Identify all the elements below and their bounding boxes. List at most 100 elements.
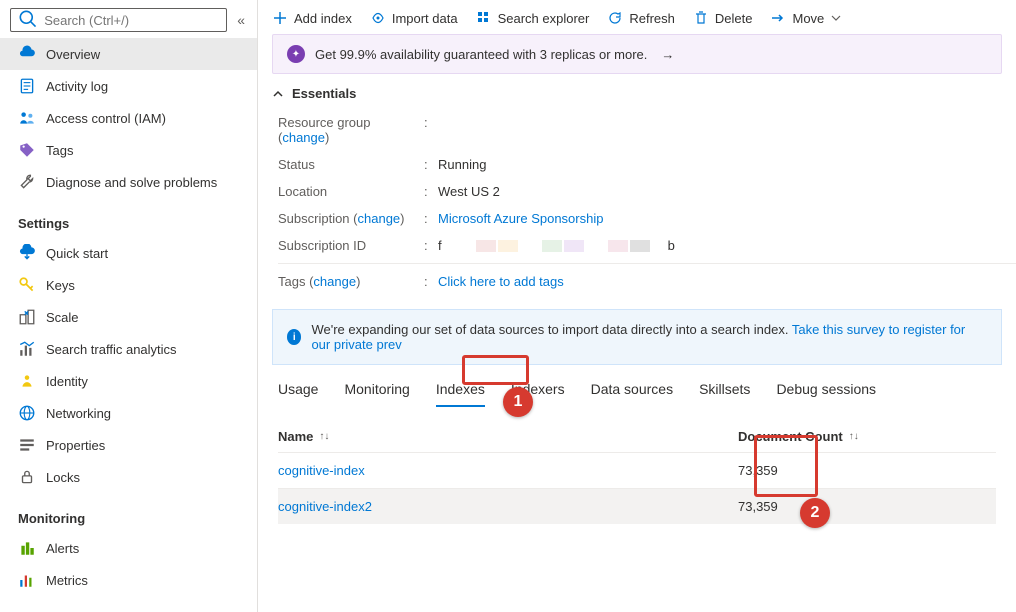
arrow-right-icon: → — [661, 47, 674, 62]
tag-icon — [18, 141, 36, 159]
sort-icon: ↑↓ — [849, 431, 859, 442]
scale-icon — [18, 308, 36, 326]
sidebar-item-alerts[interactable]: Alerts — [0, 532, 257, 564]
sidebar-item-search-traffic[interactable]: Search traffic analytics — [0, 333, 257, 365]
import-data-button[interactable]: Import data — [370, 10, 458, 26]
analytics-icon — [18, 340, 36, 358]
sidebar-item-label: Tags — [46, 143, 73, 158]
sidebar-item-activity-log[interactable]: Activity log — [0, 70, 257, 102]
log-icon — [18, 77, 36, 95]
sidebar-item-overview[interactable]: Overview — [0, 38, 257, 70]
main-content: Add index Import data Search explorer Re… — [258, 0, 1016, 612]
add-index-button[interactable]: Add index — [272, 10, 352, 26]
alert-icon — [18, 539, 36, 557]
move-button[interactable]: Move — [770, 10, 842, 26]
sidebar-item-label: Scale — [46, 310, 79, 325]
ess-status: Status: Running — [278, 151, 1016, 178]
ess-resource-group: Resource group (change) : — [278, 109, 1016, 151]
doc-count-value: 73,359 — [738, 463, 778, 478]
change-tags-link[interactable]: change — [313, 274, 356, 289]
cloud-start-icon — [18, 244, 36, 262]
ess-location: Location: West US 2 — [278, 178, 1016, 205]
tab-monitoring[interactable]: Monitoring — [344, 381, 409, 407]
tabs: Usage Monitoring Indexes Indexers Data s… — [258, 365, 1016, 407]
sidebar-item-label: Keys — [46, 278, 75, 293]
availability-banner[interactable]: ✦ Get 99.9% availability guaranteed with… — [272, 34, 1002, 74]
wrench-icon — [18, 173, 36, 191]
collapse-sidebar-icon[interactable]: « — [235, 10, 247, 30]
sidebar-item-label: Metrics — [46, 573, 88, 588]
essentials-panel: Resource group (change) : Status: Runnin… — [258, 107, 1016, 299]
toolbar: Add index Import data Search explorer Re… — [258, 0, 1016, 34]
info-icon: i — [287, 329, 301, 345]
sidebar-item-label: Overview — [46, 47, 100, 62]
refresh-icon — [607, 10, 623, 26]
sidebar-section-monitoring: Monitoring — [0, 493, 257, 532]
people-icon — [18, 109, 36, 127]
table-row[interactable]: cognitive-index2 73,359 — [278, 488, 996, 524]
sidebar-item-label: Search traffic analytics — [46, 342, 177, 357]
sidebar-item-locks[interactable]: Locks — [0, 461, 257, 493]
refresh-button[interactable]: Refresh — [607, 10, 675, 26]
sidebar-item-access-control[interactable]: Access control (IAM) — [0, 102, 257, 134]
search-input-wrap[interactable] — [10, 8, 227, 32]
sidebar-item-properties[interactable]: Properties — [0, 429, 257, 461]
sidebar-item-keys[interactable]: Keys — [0, 269, 257, 301]
tab-debug-sessions[interactable]: Debug sessions — [776, 381, 876, 407]
ess-tags: Tags (change) : Click here to add tags — [278, 263, 1016, 295]
change-subscription-link[interactable]: change — [358, 211, 401, 226]
table-row[interactable]: cognitive-index 73,359 — [278, 452, 996, 488]
delete-button[interactable]: Delete — [693, 10, 753, 26]
tab-indexers[interactable]: Indexers — [511, 381, 565, 407]
essentials-toggle[interactable]: Essentials — [258, 80, 1016, 107]
index-name-link[interactable]: cognitive-index2 — [278, 499, 738, 514]
properties-icon — [18, 436, 36, 454]
sidebar-item-label: Alerts — [46, 541, 79, 556]
tab-usage[interactable]: Usage — [278, 381, 318, 407]
metrics-icon — [18, 571, 36, 589]
sidebar-item-label: Quick start — [46, 246, 108, 261]
identity-icon — [18, 372, 36, 390]
tab-skillsets[interactable]: Skillsets — [699, 381, 750, 407]
redacted-value — [438, 115, 518, 129]
sidebar-item-tags[interactable]: Tags — [0, 134, 257, 166]
sidebar-item-quick-start[interactable]: Quick start — [0, 237, 257, 269]
sidebar-item-networking[interactable]: Networking — [0, 397, 257, 429]
delete-icon — [693, 10, 709, 26]
add-tags-link[interactable]: Click here to add tags — [438, 274, 564, 289]
arrow-right-icon — [770, 10, 786, 26]
doc-count-value: 73,359 — [738, 499, 778, 514]
sidebar-item-identity[interactable]: Identity — [0, 365, 257, 397]
grid-icon — [476, 10, 492, 26]
chevron-down-icon — [830, 10, 842, 26]
sidebar-item-label: Access control (IAM) — [46, 111, 166, 126]
search-explorer-button[interactable]: Search explorer — [476, 10, 590, 26]
ess-subscription-id: Subscription ID: f b — [278, 232, 1016, 259]
subscription-link[interactable]: Microsoft Azure Sponsorship — [438, 211, 603, 226]
header-doc-count[interactable]: Document Count↑↓ — [738, 429, 859, 444]
sidebar: « Overview Activity log Access control (… — [0, 0, 258, 612]
sidebar-item-label: Activity log — [46, 79, 108, 94]
lock-icon — [18, 468, 36, 486]
change-resource-group-link[interactable]: change — [282, 130, 325, 145]
ess-subscription: Subscription (change) : Microsoft Azure … — [278, 205, 1016, 232]
sidebar-section-settings: Settings — [0, 198, 257, 237]
sidebar-item-metrics[interactable]: Metrics — [0, 564, 257, 596]
network-icon — [18, 404, 36, 422]
sidebar-item-label: Networking — [46, 406, 111, 421]
chevron-up-icon — [272, 88, 284, 100]
header-name[interactable]: Name↑↓ — [278, 429, 738, 444]
tab-indexes[interactable]: Indexes — [436, 381, 485, 407]
sidebar-item-label: Identity — [46, 374, 88, 389]
cloud-icon — [18, 45, 36, 63]
key-icon — [18, 276, 36, 294]
index-name-link[interactable]: cognitive-index — [278, 463, 738, 478]
banner-text: Get 99.9% availability guaranteed with 3… — [315, 47, 647, 62]
info-text: We're expanding our set of data sources … — [311, 322, 987, 352]
info-banner: i We're expanding our set of data source… — [272, 309, 1002, 365]
sidebar-item-scale[interactable]: Scale — [0, 301, 257, 333]
indexes-table: Name↑↓ Document Count↑↓ cognitive-index … — [258, 407, 1016, 524]
search-input[interactable] — [44, 13, 220, 28]
sidebar-item-diagnose[interactable]: Diagnose and solve problems — [0, 166, 257, 198]
tab-data-sources[interactable]: Data sources — [591, 381, 673, 407]
